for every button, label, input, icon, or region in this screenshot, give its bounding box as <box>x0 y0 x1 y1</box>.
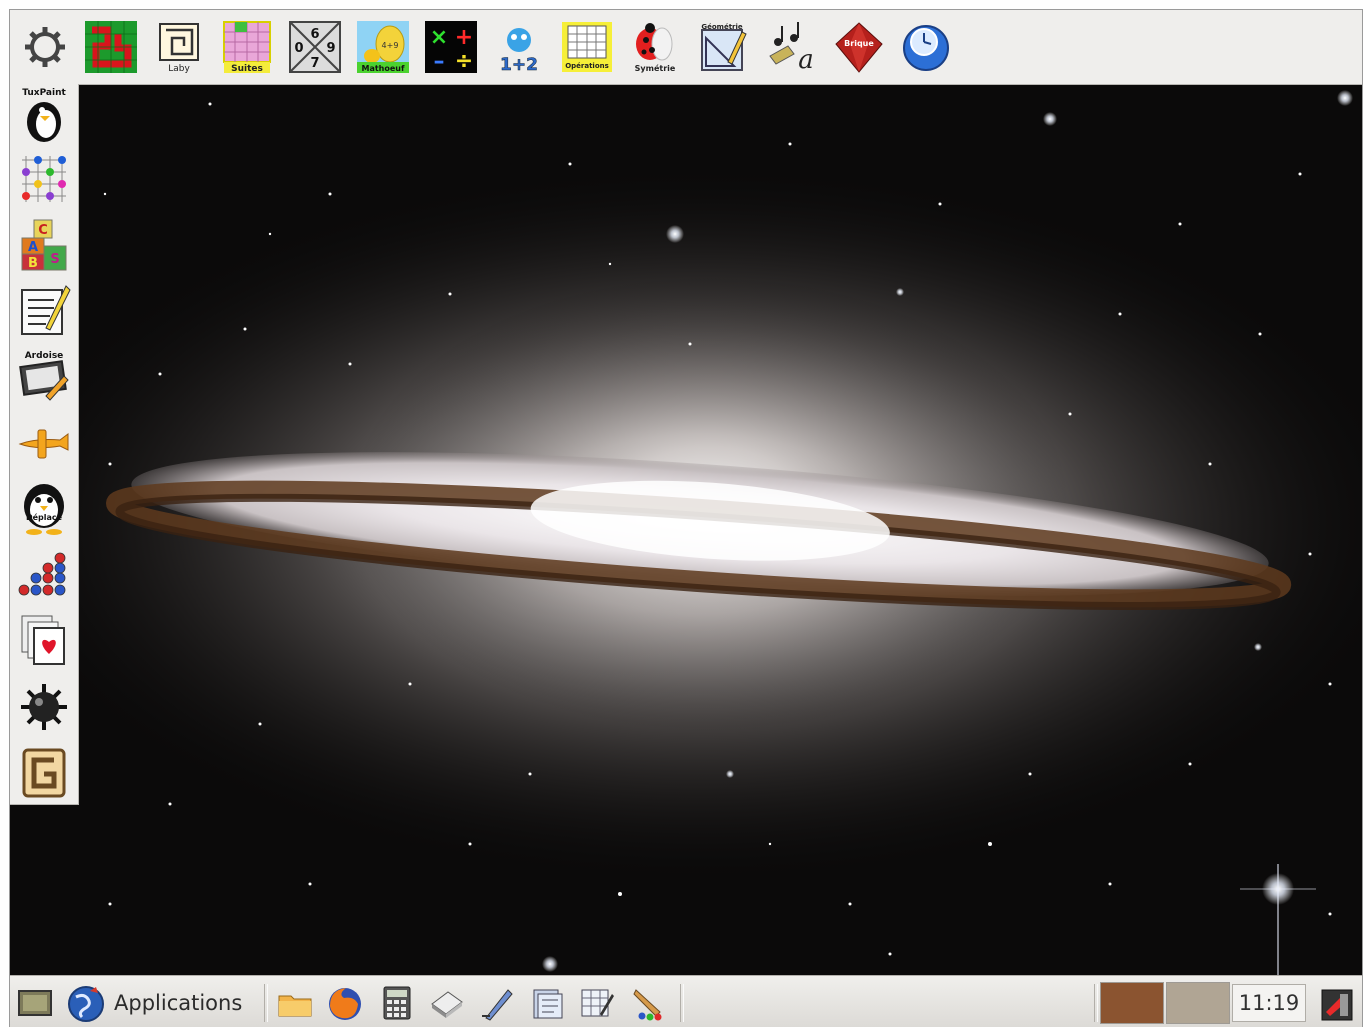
svg-text:×: × <box>430 25 448 50</box>
clock-globe-icon[interactable] <box>900 20 954 74</box>
dictionary-icon[interactable] <box>428 984 466 1022</box>
clock[interactable]: 11:19 <box>1232 984 1306 1022</box>
desktop-wallpaper[interactable] <box>10 84 1362 975</box>
mathoeuf-icon[interactable]: 4+9 Mathoeuf <box>356 20 410 74</box>
text-editor-panel-icon[interactable] <box>478 984 516 1022</box>
svg-text:÷: ÷ <box>455 49 473 74</box>
penguin-icon[interactable]: Déplace <box>16 480 72 538</box>
brique-label: Brique <box>844 39 874 48</box>
digit-left: 0 <box>294 41 303 56</box>
galaxy-wallpaper-image <box>10 84 1362 975</box>
grid-suites-icon[interactable]: Suites <box>220 20 274 74</box>
block-b: B <box>28 256 38 271</box>
cards-icon[interactable] <box>16 612 72 670</box>
top-launcher-panel: Laby Suites 6 0 9 7 4+9 Mathoeuf × + – ÷… <box>10 10 1362 85</box>
svg-text:–: – <box>434 49 445 74</box>
bottom-panel: Applications 11:19 <box>10 975 1362 1027</box>
mine-icon[interactable] <box>16 678 72 736</box>
operations-label: Opérations <box>565 62 609 70</box>
ardoise-icon[interactable]: Ardoise <box>16 348 72 406</box>
balls-icon[interactable] <box>16 546 72 604</box>
show-desktop-icon[interactable] <box>16 984 54 1022</box>
music-letter: a <box>798 45 814 74</box>
panel-separator <box>1094 984 1098 1022</box>
block-a: A <box>28 240 38 255</box>
digit-bottom: 7 <box>310 56 319 71</box>
applications-globe-icon <box>66 983 106 1023</box>
logout-icon[interactable] <box>1318 986 1353 1021</box>
firefox-icon[interactable] <box>326 984 364 1022</box>
airplane-icon[interactable] <box>16 414 72 472</box>
workspace-1-button[interactable] <box>1100 982 1164 1024</box>
calculator-icon[interactable] <box>378 984 416 1022</box>
suites-label: Suites <box>231 64 263 74</box>
digit-right: 9 <box>326 41 335 56</box>
music-icon[interactable]: a <box>764 20 818 74</box>
ardoise-label: Ardoise <box>25 351 64 361</box>
deplace-label: Déplace <box>26 512 63 522</box>
applications-label: Applications <box>114 991 243 1015</box>
paint-icon[interactable] <box>630 984 668 1022</box>
ladybug-icon[interactable]: Symétrie <box>628 20 682 74</box>
applications-menu-button[interactable]: Applications <box>66 982 250 1024</box>
counting-label: 1+2 <box>500 55 538 74</box>
block-c: C <box>38 223 48 238</box>
settings-gear-icon[interactable] <box>18 20 72 74</box>
mathoeuf-sub: 4+9 <box>382 41 399 50</box>
mathoeuf-label: Mathoeuf <box>362 64 405 73</box>
operations-icon[interactable]: Opérations <box>560 20 614 74</box>
presentation-icon[interactable] <box>528 984 566 1022</box>
symetrie-label: Symétrie <box>635 63 676 73</box>
svg-text:+: + <box>455 25 473 50</box>
letter-blocks-icon[interactable]: C A B S <box>16 216 72 274</box>
counting-icon[interactable]: 1+2 <box>492 20 546 74</box>
maze-icon[interactable]: Laby <box>152 20 206 74</box>
screen: Laby Suites 6 0 9 7 4+9 Mathoeuf × + – ÷… <box>10 10 1362 1027</box>
tuxpaint-label: TuxPaint <box>22 88 66 98</box>
text-editor-icon[interactable] <box>16 282 72 340</box>
panel-separator <box>264 984 268 1022</box>
color-grid-icon[interactable] <box>16 150 72 208</box>
file-manager-icon[interactable] <box>276 984 314 1022</box>
block-s: S <box>50 252 59 267</box>
panel-separator <box>680 984 684 1022</box>
gcompris-icon[interactable] <box>16 744 72 802</box>
geometrie-label: Géométrie <box>701 23 743 31</box>
spreadsheet-icon[interactable] <box>578 984 616 1022</box>
geometry-icon[interactable]: Géométrie <box>696 20 750 74</box>
number-puzzle-icon[interactable]: 6 0 9 7 <box>288 20 342 74</box>
puzzle-path-icon[interactable] <box>84 20 138 74</box>
left-launcher-panel: TuxPaint C A B S Ardoise Déplace <box>10 84 79 805</box>
calculate-icon[interactable]: × + – ÷ <box>424 20 478 74</box>
digit-top: 6 <box>310 27 319 42</box>
crystal-icon[interactable]: Brique <box>832 20 886 74</box>
workspace-2-button[interactable] <box>1166 982 1230 1024</box>
maze-label: Laby <box>168 64 190 74</box>
tuxpaint-icon[interactable]: TuxPaint <box>16 86 72 144</box>
